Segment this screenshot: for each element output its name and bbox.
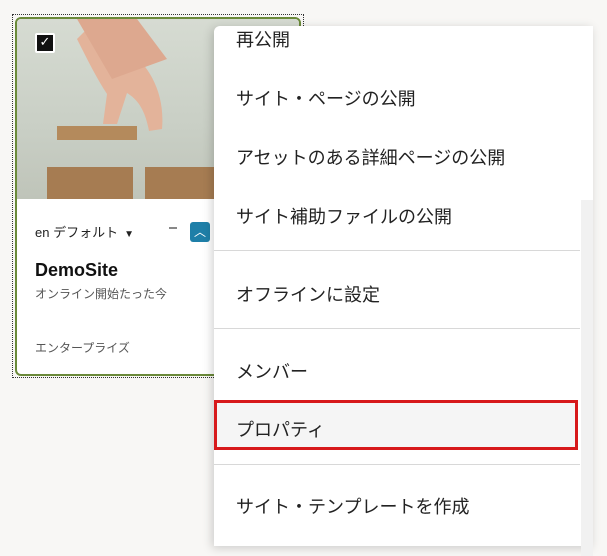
site-name: DemoSite bbox=[35, 260, 119, 280]
menu-divider bbox=[214, 250, 580, 251]
language-label: en デフォルト bbox=[35, 225, 119, 240]
menu-item-publish-site-pages[interactable]: サイト・ページの公開 bbox=[214, 85, 593, 111]
site-status: オンライン開始たった今 bbox=[35, 287, 168, 301]
menu-item-properties[interactable]: プロパティ bbox=[214, 416, 593, 442]
menu-item-members[interactable]: メンバー bbox=[214, 358, 593, 384]
language-dropdown[interactable]: en デフォルト ▼ bbox=[35, 222, 134, 241]
menu-item-set-offline[interactable]: オフラインに設定 bbox=[214, 281, 593, 307]
site-type: エンタープライズ bbox=[35, 341, 130, 355]
caret-down-icon: ▼ bbox=[124, 229, 134, 240]
collapse-dash-icon bbox=[169, 227, 177, 229]
chevron-up-icon[interactable]: ︿ bbox=[190, 222, 210, 242]
actions-menu: 再公開 サイト・ページの公開 アセットのある詳細ページの公開 サイト補助ファイル… bbox=[214, 26, 593, 556]
menu-item-create-site-template[interactable]: サイト・テンプレートを作成 bbox=[214, 493, 593, 519]
menu-item-republish[interactable]: 再公開 bbox=[214, 26, 593, 52]
select-checkbox[interactable]: ✓ bbox=[35, 33, 55, 53]
menu-item-publish-support-files[interactable]: サイト補助ファイルの公開 bbox=[214, 203, 593, 229]
menu-divider bbox=[214, 464, 580, 465]
menu-divider bbox=[214, 328, 580, 329]
menu-item-publish-detail-pages[interactable]: アセットのある詳細ページの公開 bbox=[214, 144, 593, 170]
